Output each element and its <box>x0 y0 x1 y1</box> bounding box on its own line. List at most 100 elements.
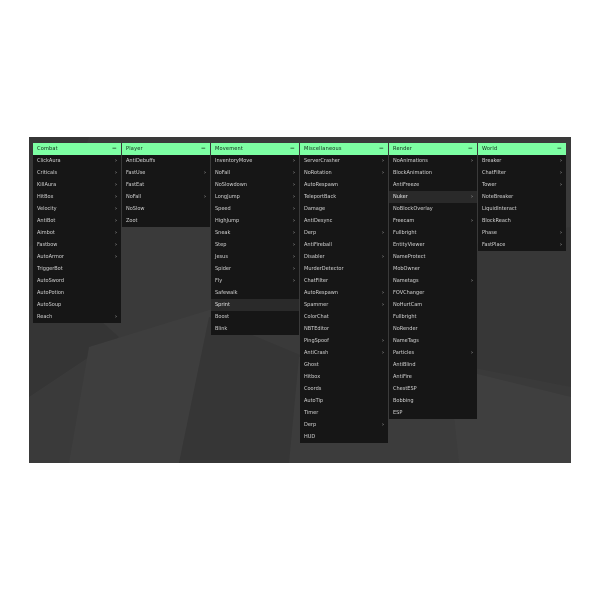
module-item[interactable]: Derp › <box>300 227 388 239</box>
module-item[interactable]: ChatFilter <box>300 275 388 287</box>
module-item[interactable]: AntiDesync <box>300 215 388 227</box>
module-item[interactable]: AntiFreeze <box>389 179 477 191</box>
chevron-right-icon[interactable]: › <box>293 227 295 239</box>
module-item[interactable]: HUD <box>300 431 388 443</box>
menu-header[interactable]: Player − <box>122 143 210 155</box>
module-item[interactable]: AntiBot › <box>33 215 121 227</box>
chevron-right-icon[interactable]: › <box>293 239 295 251</box>
module-item[interactable]: Timer <box>300 407 388 419</box>
module-item[interactable]: Aimbot › <box>33 227 121 239</box>
chevron-right-icon[interactable]: › <box>382 287 384 299</box>
module-item[interactable]: AutoArmor › <box>33 251 121 263</box>
chevron-right-icon[interactable]: › <box>115 155 117 167</box>
chevron-right-icon[interactable]: › <box>382 419 384 431</box>
module-item[interactable]: NoFall › <box>211 167 299 179</box>
module-item[interactable]: HighJump › <box>211 215 299 227</box>
chevron-right-icon[interactable]: › <box>293 263 295 275</box>
chevron-right-icon[interactable]: › <box>471 275 473 287</box>
minus-icon[interactable]: − <box>468 143 473 155</box>
chevron-right-icon[interactable]: › <box>293 167 295 179</box>
chevron-right-icon[interactable]: › <box>293 155 295 167</box>
chevron-right-icon[interactable]: › <box>293 203 295 215</box>
module-item[interactable]: AutoRespawn <box>300 179 388 191</box>
module-item[interactable]: Spammer › <box>300 299 388 311</box>
module-item[interactable]: LongJump › <box>211 191 299 203</box>
chevron-right-icon[interactable]: › <box>115 167 117 179</box>
module-item[interactable]: FastEat <box>122 179 210 191</box>
module-item[interactable]: AutoSoup <box>33 299 121 311</box>
module-item[interactable]: FastUse › <box>122 167 210 179</box>
module-item[interactable]: EntityViewer <box>389 239 477 251</box>
module-item[interactable]: Damage <box>300 203 388 215</box>
module-item[interactable]: FastPlace › <box>478 239 566 251</box>
module-item[interactable]: Fullbright <box>389 311 477 323</box>
module-item[interactable]: NoteBreaker <box>478 191 566 203</box>
module-item[interactable]: Ghost <box>300 359 388 371</box>
module-item[interactable]: Safewalk <box>211 287 299 299</box>
module-item[interactable]: Derp › <box>300 419 388 431</box>
module-item[interactable]: AutoSword <box>33 275 121 287</box>
module-item[interactable]: ChestESP <box>389 383 477 395</box>
module-item[interactable]: AntiCrash › <box>300 347 388 359</box>
module-item[interactable]: AutoRespawn › <box>300 287 388 299</box>
module-item[interactable]: Boost <box>211 311 299 323</box>
chevron-right-icon[interactable]: › <box>293 251 295 263</box>
chevron-right-icon[interactable]: › <box>560 227 562 239</box>
module-item[interactable]: Fastbow › <box>33 239 121 251</box>
chevron-right-icon[interactable]: › <box>293 191 295 203</box>
module-item[interactable]: AutoTip <box>300 395 388 407</box>
module-item[interactable]: Step › <box>211 239 299 251</box>
menu-header[interactable]: Combat − <box>33 143 121 155</box>
module-item[interactable]: ESP <box>389 407 477 419</box>
minus-icon[interactable]: − <box>557 143 562 155</box>
chevron-right-icon[interactable]: › <box>471 191 473 203</box>
minus-icon[interactable]: − <box>379 143 384 155</box>
module-item[interactable]: Zoot <box>122 215 210 227</box>
module-item[interactable]: BlockReach <box>478 215 566 227</box>
chevron-right-icon[interactable]: › <box>115 227 117 239</box>
chevron-right-icon[interactable]: › <box>382 299 384 311</box>
chevron-right-icon[interactable]: › <box>115 311 117 323</box>
chevron-right-icon[interactable]: › <box>560 239 562 251</box>
menu-header[interactable]: Movement − <box>211 143 299 155</box>
module-item[interactable]: FOVChanger <box>389 287 477 299</box>
module-item[interactable]: Reach › <box>33 311 121 323</box>
module-item[interactable]: Phase › <box>478 227 566 239</box>
module-item[interactable]: Sneak › <box>211 227 299 239</box>
menu-header[interactable]: World − <box>478 143 566 155</box>
module-item[interactable]: NoHurtCam <box>389 299 477 311</box>
chevron-right-icon[interactable]: › <box>382 227 384 239</box>
module-item[interactable]: Sprint <box>211 299 299 311</box>
module-item[interactable]: Nuker › <box>389 191 477 203</box>
chevron-right-icon[interactable]: › <box>204 167 206 179</box>
module-item[interactable]: Freecam › <box>389 215 477 227</box>
chevron-right-icon[interactable]: › <box>115 191 117 203</box>
module-item[interactable]: Bobbing <box>389 395 477 407</box>
chevron-right-icon[interactable]: › <box>382 347 384 359</box>
chevron-right-icon[interactable]: › <box>115 251 117 263</box>
module-item[interactable]: AntiBlind <box>389 359 477 371</box>
module-item[interactable]: AntiFire <box>389 371 477 383</box>
module-item[interactable]: NoFall › <box>122 191 210 203</box>
module-item[interactable]: TeleportBack <box>300 191 388 203</box>
module-item[interactable]: Spider › <box>211 263 299 275</box>
chevron-right-icon[interactable]: › <box>560 155 562 167</box>
module-item[interactable]: Blink <box>211 323 299 335</box>
module-item[interactable]: Fly › <box>211 275 299 287</box>
chevron-right-icon[interactable]: › <box>382 251 384 263</box>
module-item[interactable]: HitBox › <box>33 191 121 203</box>
module-item[interactable]: MurderDetector <box>300 263 388 275</box>
module-item[interactable]: Speed › <box>211 203 299 215</box>
module-item[interactable]: Particles › <box>389 347 477 359</box>
module-item[interactable]: Jesus › <box>211 251 299 263</box>
module-item[interactable]: NameTags <box>389 335 477 347</box>
chevron-right-icon[interactable]: › <box>471 347 473 359</box>
module-item[interactable]: Hitbox <box>300 371 388 383</box>
module-item[interactable]: Velocity › <box>33 203 121 215</box>
chevron-right-icon[interactable]: › <box>115 179 117 191</box>
chevron-right-icon[interactable]: › <box>115 239 117 251</box>
module-item[interactable]: PingSpoof › <box>300 335 388 347</box>
module-item[interactable]: Fullbright <box>389 227 477 239</box>
module-item[interactable]: AutoPotion <box>33 287 121 299</box>
chevron-right-icon[interactable]: › <box>382 335 384 347</box>
